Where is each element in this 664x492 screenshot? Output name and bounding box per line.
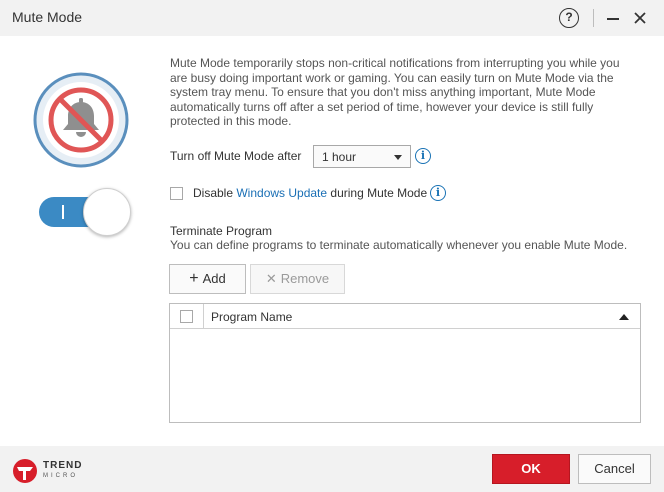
disable-prefix: Disable (193, 186, 237, 200)
info-icon[interactable]: i (415, 148, 431, 164)
remove-x-icon: ✕ (265, 271, 277, 286)
duration-value: 1 hour (322, 150, 357, 164)
sort-ascending-icon[interactable] (619, 314, 629, 320)
disable-windows-update-checkbox[interactable] (170, 187, 183, 200)
remove-button[interactable]: ✕ Remove (250, 264, 345, 294)
question-icon[interactable]: ? (559, 8, 579, 28)
titlebar-divider (593, 9, 594, 27)
terminate-program-description: You can define programs to terminate aut… (170, 238, 628, 252)
ok-button[interactable]: OK (492, 454, 570, 484)
toggle-knob[interactable] (83, 188, 131, 236)
minimize-icon[interactable] (607, 18, 619, 20)
remove-label: Remove (280, 271, 330, 286)
windows-update-link[interactable]: Windows Update (236, 186, 327, 200)
brand-subname: MICRO (43, 473, 78, 479)
add-button[interactable]: + Add (169, 264, 246, 294)
select-all-checkbox[interactable] (180, 310, 193, 323)
program-table[interactable]: Program Name (169, 303, 641, 423)
cancel-button[interactable]: Cancel (578, 454, 651, 484)
mute-mode-toggle[interactable] (39, 188, 131, 236)
brand-name: TREND (43, 460, 83, 471)
window-title: Mute Mode (12, 9, 83, 25)
turn-off-label: Turn off Mute Mode after (170, 149, 302, 163)
trend-micro-logo-icon (13, 459, 37, 483)
terminate-program-title: Terminate Program (170, 224, 273, 238)
plus-icon: + (189, 270, 199, 287)
disable-suffix: during Mute Mode (327, 186, 428, 200)
column-divider (203, 304, 204, 329)
close-icon[interactable] (632, 10, 648, 26)
title-bar: Mute Mode ? (0, 0, 664, 36)
duration-dropdown[interactable]: 1 hour (313, 145, 411, 168)
chevron-down-icon (394, 155, 402, 160)
disable-windows-update-label: Disable Windows Update during Mute Mode (193, 186, 427, 200)
toggle-on-indicator (62, 205, 64, 219)
add-label: Add (202, 271, 226, 286)
table-header: Program Name (170, 304, 640, 329)
program-name-column[interactable]: Program Name (211, 310, 292, 324)
muted-bell-icon (33, 72, 129, 168)
info-icon[interactable]: i (430, 185, 446, 201)
mute-mode-description: Mute Mode temporarily stops non-critical… (170, 56, 620, 128)
